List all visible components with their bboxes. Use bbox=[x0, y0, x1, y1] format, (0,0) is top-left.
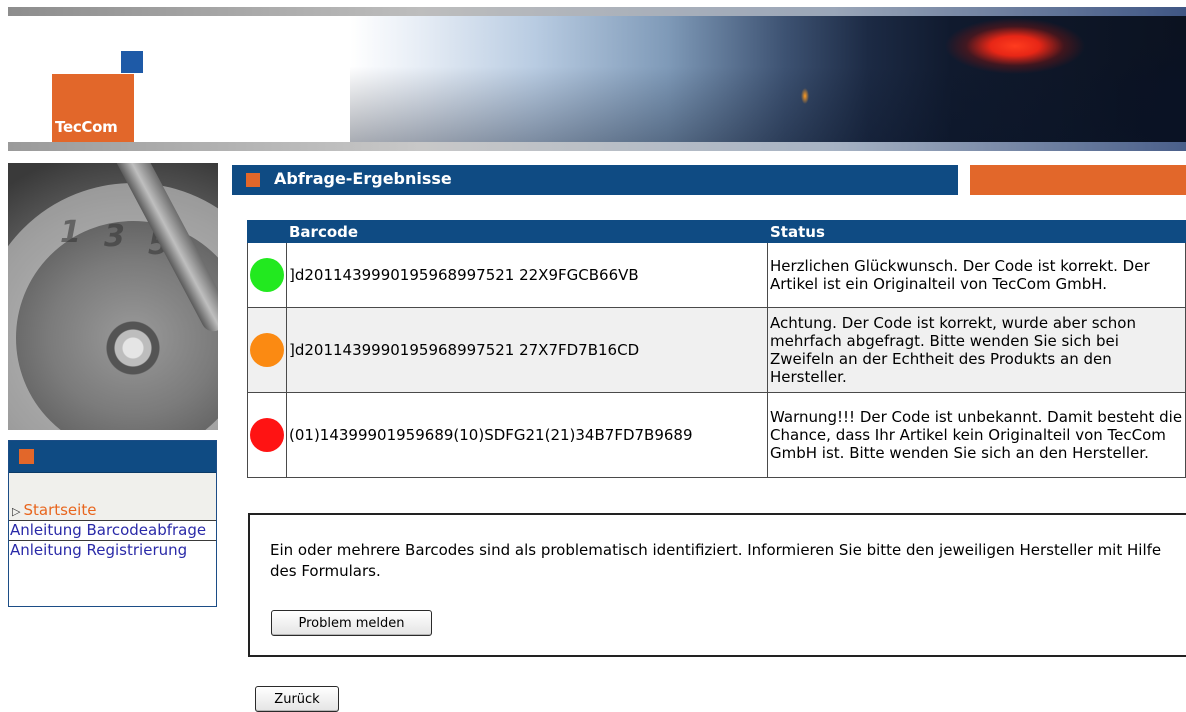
green-status-icon bbox=[250, 258, 284, 292]
barcode-cell: ]d2011439990195968997521 27X7FD7B16CD bbox=[286, 307, 768, 393]
table-row: (01)14399901959689(10)SDFG21(21)34B7FD7B… bbox=[247, 392, 1186, 478]
barcode-cell: (01)14399901959689(10)SDFG21(21)34B7FD7B… bbox=[286, 392, 768, 478]
status-cell: Herzlichen Glückwunsch. Der Code ist kor… bbox=[767, 242, 1186, 308]
section-header-accent bbox=[970, 165, 1186, 195]
header-banner: TecCom bbox=[0, 16, 1186, 142]
column-header-barcode: Barcode bbox=[286, 220, 768, 243]
sidebar-nav-header bbox=[9, 441, 216, 473]
back-button[interactable]: Zurück bbox=[255, 686, 339, 712]
status-indicator-cell bbox=[247, 307, 287, 393]
table-row: ]d2011439990195968997521 22X9FGCB66VB He… bbox=[247, 242, 1186, 308]
top-gradient-strip bbox=[8, 7, 1186, 16]
sidebar-item-label: Anleitung Barcodeabfrage bbox=[10, 521, 207, 539]
header-bottom-strip bbox=[8, 142, 1186, 151]
barcode-cell: ]d2011439990195968997521 22X9FGCB66VB bbox=[286, 242, 768, 308]
triangle-right-icon: ▷ bbox=[12, 505, 21, 518]
sidebar-nav-spacer bbox=[9, 473, 216, 500]
column-header-indicator bbox=[247, 220, 287, 243]
status-indicator-cell bbox=[247, 242, 287, 308]
teccom-logo[interactable]: TecCom bbox=[52, 51, 144, 142]
problem-notice-box: Ein oder mehrere Barcodes sind als probl… bbox=[248, 513, 1186, 657]
orange-status-icon bbox=[250, 333, 284, 367]
table-row: ]d2011439990195968997521 27X7FD7B16CD Ac… bbox=[247, 307, 1186, 393]
orange-square-icon bbox=[246, 173, 260, 187]
results-table: Barcode Status ]d2011439990195968997521 … bbox=[247, 220, 1186, 478]
gear-number: 1 bbox=[60, 215, 81, 250]
page-title: Abfrage-Ergebnisse bbox=[274, 169, 452, 188]
red-status-icon bbox=[250, 418, 284, 452]
sidebar-item-anleitung-barcodeabfrage[interactable]: Anleitung Barcodeabfrage bbox=[9, 520, 216, 540]
banner-car-silhouette bbox=[1090, 26, 1186, 142]
orange-square-icon bbox=[19, 449, 34, 464]
banner-image bbox=[350, 16, 1186, 142]
sidebar-item-startseite[interactable]: ▷ Startseite bbox=[9, 500, 216, 520]
gear-shift-photo: 1 3 5 bbox=[8, 163, 218, 430]
sidebar-nav: ▷ Startseite Anleitung Barcodeabfrage Anl… bbox=[8, 440, 217, 607]
problem-notice-text: Ein oder mehrere Barcodes sind als probl… bbox=[270, 541, 1162, 580]
sidebar-item-label: Anleitung Registrierung bbox=[10, 541, 188, 559]
section-header: Abfrage-Ergebnisse bbox=[232, 165, 958, 195]
logo-text: TecCom bbox=[55, 118, 118, 136]
status-indicator-cell bbox=[247, 392, 287, 478]
status-cell: Warnung!!! Der Code ist unbekannt. Damit… bbox=[767, 392, 1186, 478]
gear-number: 3 bbox=[104, 219, 125, 254]
sidebar-item-label: Startseite bbox=[23, 501, 97, 519]
table-header-row: Barcode Status bbox=[247, 220, 1186, 243]
logo-blue-square bbox=[121, 51, 143, 73]
column-header-status: Status bbox=[767, 220, 1186, 243]
status-cell: Achtung. Der Code ist korrekt, wurde abe… bbox=[767, 307, 1186, 393]
report-problem-button[interactable]: Problem melden bbox=[271, 610, 432, 636]
sidebar-item-anleitung-registrierung[interactable]: Anleitung Registrierung bbox=[9, 540, 216, 560]
